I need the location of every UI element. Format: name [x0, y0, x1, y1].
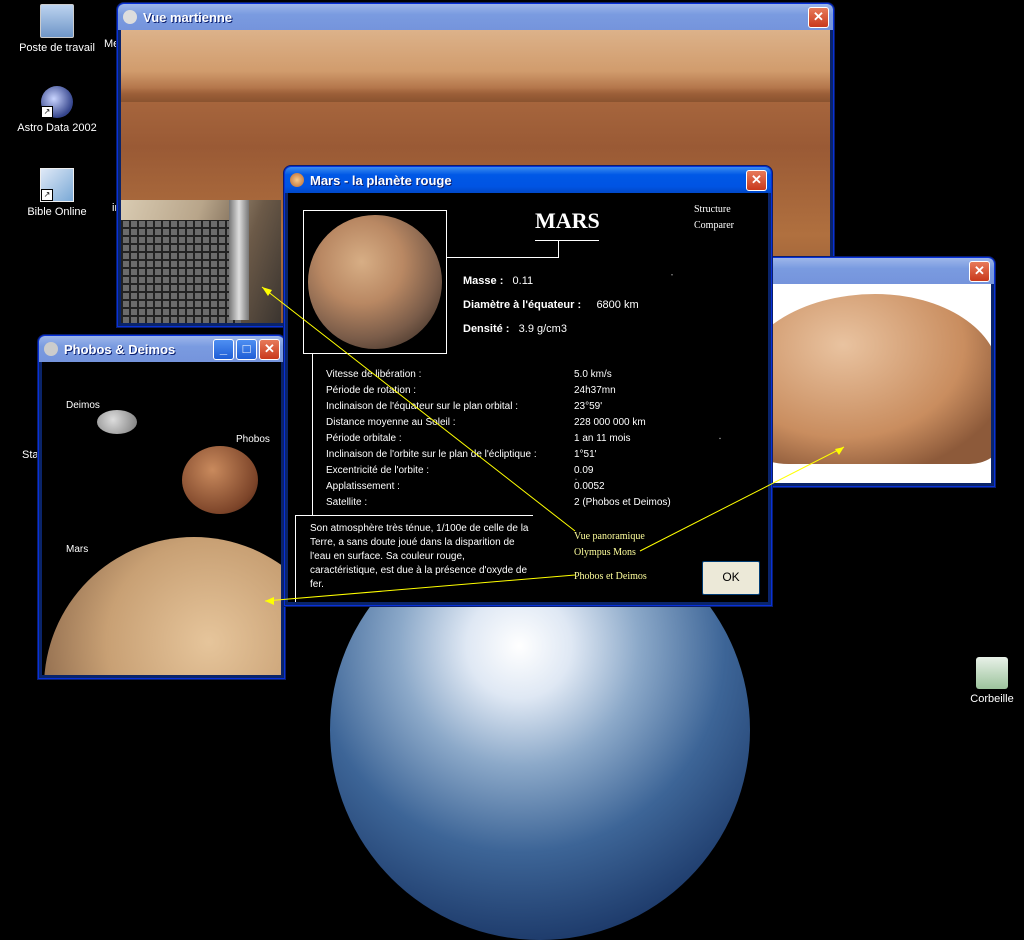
app-icon: [44, 342, 58, 356]
olympus-mons-image: [759, 284, 991, 483]
phobos-moon: [182, 446, 258, 514]
bracket-line: [312, 353, 313, 515]
link-vue-panoramique[interactable]: Vue panoramique: [574, 531, 645, 542]
link-phobos-deimos[interactable]: Phobos et Deimos: [574, 571, 647, 582]
desktop-icon-bible-online[interactable]: ↗ Bible Online: [12, 168, 102, 218]
bible-online-icon: ↗: [40, 168, 74, 202]
shortcut-arrow-icon: ↗: [41, 106, 53, 118]
detail-row: Applatissement :0.0052: [326, 481, 605, 492]
close-button[interactable]: ✕: [746, 170, 767, 191]
titlebar[interactable]: Mars - la planète rouge ✕: [285, 167, 771, 193]
rover-mast: [229, 200, 249, 320]
window-phobos-deimos[interactable]: Phobos & Deimos _ □ ✕ Deimos Phobos Mars: [38, 335, 285, 679]
link-comparer[interactable]: Comparer: [694, 220, 734, 231]
close-button[interactable]: ✕: [969, 261, 990, 282]
link-structure[interactable]: Structure: [694, 204, 731, 215]
detail-row: Satellite :2 (Phobos et Deimos): [326, 497, 671, 508]
recycle-bin-icon: [976, 657, 1008, 689]
solar-panel: [121, 220, 241, 323]
deimos-moon: [97, 410, 137, 434]
connector-line: [447, 257, 559, 258]
close-button[interactable]: ✕: [808, 7, 829, 28]
bracket-line: [312, 353, 324, 354]
window-title: Phobos & Deimos: [64, 341, 176, 357]
desktop-label-fragment: Sta: [22, 449, 39, 461]
label-phobos: Phobos: [236, 434, 270, 445]
desktop-icon-label: Corbeille: [970, 693, 1014, 705]
detail-row: Excentricité de l'orbite :0.09: [326, 465, 594, 476]
desktop-icon-label: Astro Data 2002: [17, 122, 97, 134]
detail-row: Distance moyenne au Soleil :228 000 000 …: [326, 417, 646, 428]
close-button[interactable]: ✕: [259, 339, 280, 360]
astro-data-icon: ↗: [41, 86, 73, 118]
shortcut-arrow-icon: ↗: [41, 189, 53, 201]
desktop-icon-label: Poste de travail: [19, 42, 95, 54]
volcano-shape: [759, 294, 991, 464]
detail-row: Inclinaison de l'équateur sur le plan or…: [326, 401, 603, 412]
prop-densite: Densité : 3.9 g/cm3: [463, 323, 567, 335]
desktop-icon-poste-de-travail[interactable]: Poste de travail: [12, 4, 102, 54]
window-olympus-mons[interactable]: ✕: [755, 257, 995, 487]
prop-masse: Masse : 0.11: [463, 275, 534, 287]
connector-line: [558, 240, 559, 258]
computer-icon: [40, 4, 74, 38]
detail-row: Vitesse de libération :5.0 km/s: [326, 369, 612, 380]
desktop-icon-corbeille[interactable]: Corbeille: [947, 657, 1024, 705]
horizon: [121, 88, 830, 102]
minimize-button[interactable]: _: [213, 339, 234, 360]
heading-underline: [535, 240, 599, 241]
rover-app-icon: [123, 10, 137, 24]
mars-content: MARS Structure Comparer Masse : 0.11 Dia…: [288, 193, 768, 602]
prop-diametre: Diamètre à l'équateur : 6800 km: [463, 299, 639, 311]
detail-row: Période de rotation :24h37mn: [326, 385, 616, 396]
mars-planet: [44, 537, 281, 675]
label-deimos: Deimos: [66, 400, 100, 411]
mars-planet-image: [308, 215, 442, 349]
mars-image-frame: [303, 210, 447, 354]
desktop-icon-label: Bible Online: [27, 206, 87, 218]
titlebar[interactable]: ✕: [756, 258, 994, 284]
link-olympus-mons[interactable]: Olympus Mons: [574, 547, 636, 558]
planet-description: Son atmosphère très ténue, 1/100e de cel…: [295, 515, 533, 602]
detail-row: Période orbitale :1 an 11 mois: [326, 433, 631, 444]
window-mars[interactable]: Mars - la planète rouge ✕ MARS Structure…: [284, 166, 772, 606]
planet-heading: MARS: [535, 208, 600, 233]
detail-row: Inclinaison de l'orbite sur le plan de l…: [326, 449, 597, 460]
phobos-deimos-image: Deimos Phobos Mars: [42, 362, 281, 675]
window-title: Vue martienne: [143, 9, 233, 25]
mars-app-icon: [290, 173, 304, 187]
titlebar[interactable]: Vue martienne ✕: [118, 4, 833, 30]
desktop-icon-astro-data[interactable]: ↗ Astro Data 2002: [12, 86, 102, 134]
window-title: Mars - la planète rouge: [310, 172, 452, 188]
label-mars: Mars: [66, 544, 89, 555]
maximize-button[interactable]: □: [236, 339, 257, 360]
rover-deck: [121, 200, 281, 323]
ok-button[interactable]: OK: [702, 561, 760, 595]
titlebar[interactable]: Phobos & Deimos _ □ ✕: [39, 336, 284, 362]
